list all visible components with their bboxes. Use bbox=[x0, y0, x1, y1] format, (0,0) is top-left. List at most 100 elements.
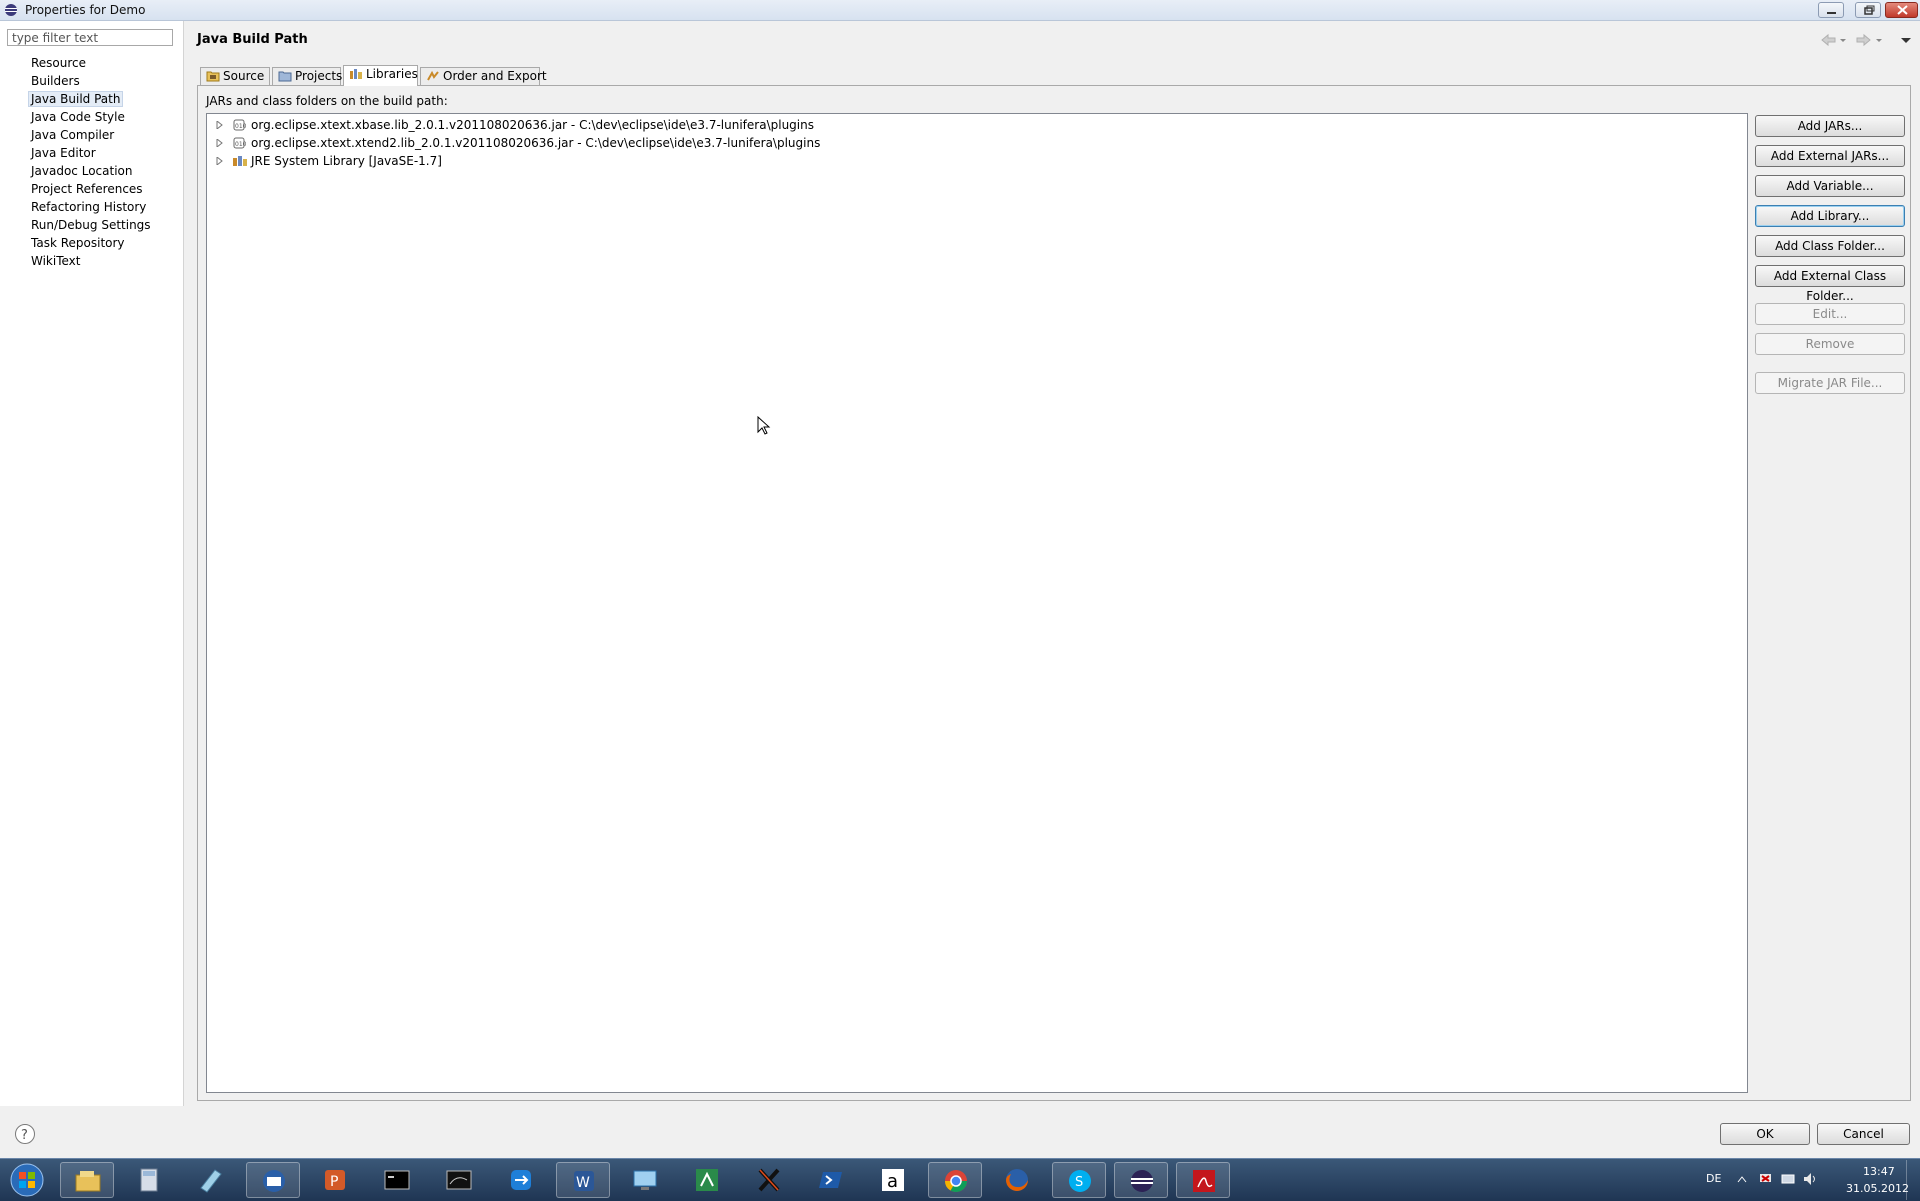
libraries-icon bbox=[350, 69, 362, 79]
powershell-icon bbox=[819, 1172, 842, 1188]
show-hidden-icons-icon[interactable] bbox=[1737, 1175, 1747, 1183]
help-icon[interactable]: ? bbox=[14, 1123, 36, 1145]
filter-input[interactable] bbox=[7, 29, 173, 46]
acrobat-icon bbox=[1193, 1170, 1215, 1192]
nav-item-javadoc-location[interactable]: Javadoc Location bbox=[0, 162, 183, 180]
tab-libraries[interactable]: Libraries bbox=[343, 65, 418, 86]
minimize-button[interactable] bbox=[1818, 2, 1844, 18]
back-arrow-icon[interactable] bbox=[1821, 33, 1836, 47]
window-title: Properties for Demo bbox=[25, 3, 146, 17]
taskbar-teamviewer[interactable] bbox=[494, 1162, 548, 1198]
forward-menu-chevron-icon[interactable] bbox=[1876, 39, 1882, 42]
add-variable-button[interactable]: Add Variable... bbox=[1755, 175, 1905, 197]
add-jars-button[interactable]: Add JARs... bbox=[1755, 115, 1905, 137]
cancel-button[interactable]: Cancel bbox=[1817, 1123, 1910, 1145]
ok-button[interactable]: OK bbox=[1720, 1123, 1810, 1145]
add-class-folder-button[interactable]: Add Class Folder... bbox=[1755, 235, 1905, 257]
calculator-icon bbox=[140, 1168, 158, 1192]
skype-icon: S bbox=[1069, 1170, 1091, 1192]
nav-item-run-debug-settings[interactable]: Run/Debug Settings bbox=[0, 216, 183, 234]
clock-time[interactable]: 13:47 bbox=[1863, 1165, 1895, 1178]
taskbar-mysql[interactable] bbox=[432, 1162, 486, 1198]
show-desktop-button[interactable] bbox=[1906, 1160, 1920, 1200]
nav-item-project-references[interactable]: Project References bbox=[0, 180, 183, 198]
language-indicator[interactable]: DE bbox=[1706, 1172, 1721, 1185]
add-external-class-folder-button[interactable]: Add External Class Folder... bbox=[1755, 265, 1905, 303]
taskbar-thunderbird[interactable] bbox=[246, 1162, 300, 1198]
mouse-cursor-icon bbox=[757, 416, 771, 435]
thunderbird-icon bbox=[263, 1170, 285, 1192]
taskbar-word[interactable]: W bbox=[556, 1162, 610, 1198]
teamviewer-icon bbox=[511, 1170, 531, 1190]
network-status-icon[interactable] bbox=[1780, 1171, 1796, 1187]
word-icon: W bbox=[574, 1171, 594, 1191]
preference-tree-pane: Resource Builders Java Build Path Java C… bbox=[0, 21, 184, 1106]
rdp-icon bbox=[633, 1170, 657, 1190]
svg-text:W: W bbox=[576, 1175, 590, 1191]
taskbar-cmd[interactable] bbox=[370, 1162, 424, 1198]
taskbar-chrome[interactable] bbox=[928, 1162, 982, 1198]
tree-row-xbase-lib[interactable]: 010 org.eclipse.xtext.xbase.lib_2.0.1.v2… bbox=[207, 116, 1107, 134]
back-menu-chevron-icon[interactable] bbox=[1840, 39, 1846, 42]
taskbar-rdp[interactable] bbox=[618, 1162, 672, 1198]
nav-item-refactoring-history[interactable]: Refactoring History bbox=[0, 198, 183, 216]
taskbar-eclipse[interactable] bbox=[1114, 1162, 1168, 1198]
edit-button[interactable]: Edit... bbox=[1755, 303, 1905, 325]
forward-arrow-icon[interactable] bbox=[1856, 33, 1871, 47]
network-icon bbox=[696, 1169, 718, 1191]
taskbar-acrobat[interactable] bbox=[1176, 1162, 1230, 1198]
nav-item-java-editor[interactable]: Java Editor bbox=[0, 144, 183, 162]
nav-item-builders[interactable]: Builders bbox=[0, 72, 183, 90]
eclipse-app-icon bbox=[5, 4, 17, 16]
add-external-jars-button[interactable]: Add External JARs... bbox=[1755, 145, 1905, 167]
restore-button[interactable] bbox=[1855, 2, 1881, 18]
notes-icon bbox=[200, 1169, 222, 1193]
expand-arrow-icon[interactable] bbox=[216, 121, 223, 129]
close-icon bbox=[1897, 5, 1908, 15]
action-center-flag-icon[interactable] bbox=[1758, 1171, 1774, 1187]
tab-source[interactable]: Source bbox=[200, 67, 270, 85]
taskbar: P W a S DE 13:47 31.05.2012 bbox=[0, 1158, 1920, 1201]
build-path-tree[interactable]: 010 org.eclipse.xtext.xbase.lib_2.0.1.v2… bbox=[206, 113, 1748, 1093]
volume-icon[interactable] bbox=[1802, 1171, 1818, 1187]
taskbar-explorer[interactable] bbox=[60, 1162, 114, 1198]
library-icon bbox=[233, 156, 247, 166]
taskbar-network[interactable] bbox=[680, 1162, 734, 1198]
projects-folder-icon bbox=[278, 71, 292, 82]
nav-item-java-compiler[interactable]: Java Compiler bbox=[0, 126, 183, 144]
page-title: Java Build Path bbox=[197, 32, 308, 47]
taskbar-notes[interactable] bbox=[184, 1162, 238, 1198]
expand-arrow-icon[interactable] bbox=[216, 157, 223, 165]
remove-button[interactable]: Remove bbox=[1755, 333, 1905, 355]
taskbar-firefox[interactable] bbox=[990, 1162, 1044, 1198]
nav-item-wikitext[interactable]: WikiText bbox=[0, 252, 183, 270]
tree-row-xtend2-lib[interactable]: 010 org.eclipse.xtext.xtend2.lib_2.0.1.v… bbox=[207, 134, 1107, 152]
taskbar-powerpoint[interactable]: P bbox=[308, 1162, 362, 1198]
amazon-icon: a bbox=[882, 1169, 904, 1192]
nav-item-java-build-path[interactable]: Java Build Path bbox=[0, 90, 183, 108]
powerpoint-icon: P bbox=[325, 1170, 345, 1190]
nav-item-resource[interactable]: Resource bbox=[0, 54, 183, 72]
start-orb-icon[interactable] bbox=[4, 1161, 50, 1199]
tab-order-and-export[interactable]: Order and Export bbox=[420, 67, 547, 85]
view-menu-chevron-icon[interactable] bbox=[1901, 38, 1911, 43]
add-library-button[interactable]: Add Library... bbox=[1755, 205, 1905, 227]
taskbar-xming[interactable] bbox=[742, 1162, 796, 1198]
svg-text:S: S bbox=[1075, 1175, 1083, 1190]
close-button[interactable] bbox=[1885, 2, 1918, 18]
clock-date[interactable]: 31.05.2012 bbox=[1846, 1182, 1909, 1195]
nav-item-java-code-style[interactable]: Java Code Style bbox=[0, 108, 183, 126]
taskbar-calculator[interactable] bbox=[122, 1162, 176, 1198]
system-tray: DE 13:47 31.05.2012 bbox=[1696, 1159, 1920, 1201]
expand-arrow-icon[interactable] bbox=[216, 139, 223, 147]
nav-item-task-repository[interactable]: Task Repository bbox=[0, 234, 183, 252]
mysql-icon bbox=[446, 1170, 472, 1190]
taskbar-skype[interactable]: S bbox=[1052, 1162, 1106, 1198]
migrate-jar-button[interactable]: Migrate JAR File... bbox=[1755, 372, 1905, 394]
taskbar-powershell[interactable] bbox=[804, 1162, 858, 1198]
taskbar-amazon[interactable]: a bbox=[866, 1162, 920, 1198]
tab-projects[interactable]: Projects bbox=[272, 67, 342, 85]
svg-text:?: ? bbox=[21, 1128, 28, 1143]
tree-row-jre-system-library[interactable]: JRE System Library [JavaSE-1.7] bbox=[207, 152, 1107, 170]
preference-tree: Resource Builders Java Build Path Java C… bbox=[0, 54, 183, 270]
